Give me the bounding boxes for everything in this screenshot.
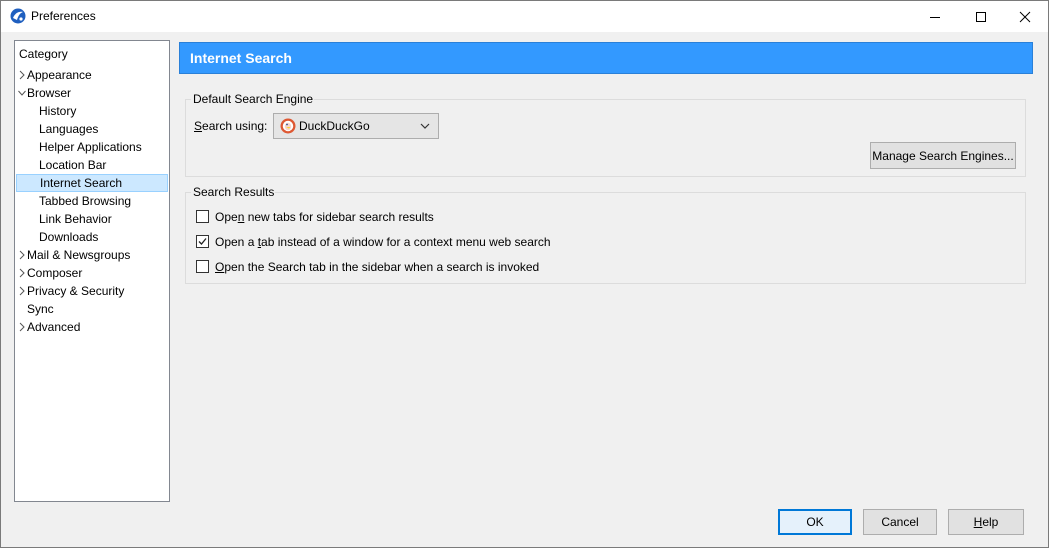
default-search-engine-label: Default Search Engine [192, 92, 315, 106]
chevron-right-icon[interactable] [18, 66, 26, 84]
category-item-link-behavior[interactable]: Link Behavior [15, 210, 165, 228]
category-item-label: History [39, 104, 77, 118]
ok-button[interactable]: OK [778, 509, 852, 535]
category-item-location-bar[interactable]: Location Bar [15, 156, 165, 174]
category-item-browser[interactable]: Browser [15, 84, 165, 102]
category-item-label: Appearance [27, 68, 92, 82]
search-results-label: Search Results [192, 185, 276, 199]
checkmark-icon [198, 238, 207, 245]
cancel-button[interactable]: Cancel [863, 509, 937, 535]
category-item-history[interactable]: History [15, 102, 165, 120]
category-tree[interactable]: Category Appearance Browser History Languag… [14, 40, 170, 502]
chevron-right-icon[interactable] [18, 264, 26, 282]
category-item-appearance[interactable]: Appearance [15, 66, 165, 84]
seamonkey-app-icon [10, 8, 26, 24]
category-item-composer[interactable]: Composer [15, 264, 165, 282]
category-item-languages[interactable]: Languages [15, 120, 165, 138]
category-item-label: Downloads [39, 230, 99, 244]
search-using-label: Search using: [194, 119, 268, 133]
category-item-label: Mail & Newsgroups [27, 248, 131, 262]
category-item-advanced[interactable]: Advanced [15, 318, 165, 336]
category-item-internet-search[interactable]: Internet Search [16, 174, 168, 192]
category-item-label: Sync [27, 302, 54, 316]
category-item-sync[interactable]: Sync [15, 300, 165, 318]
minimize-icon [930, 16, 940, 18]
category-item-tabbed-browsing[interactable]: Tabbed Browsing [15, 192, 165, 210]
category-item-label: Tabbed Browsing [39, 194, 132, 208]
chevron-right-icon[interactable] [18, 282, 26, 300]
search-option-label-3[interactable]: Open the Search tab in the sidebar when … [215, 260, 539, 274]
close-button[interactable] [1002, 1, 1048, 32]
minimize-button[interactable] [912, 1, 958, 32]
category-item-label: Internet Search [40, 176, 123, 190]
category-item-mail-newsgroups[interactable]: Mail & Newsgroups [15, 246, 165, 264]
category-item-helper-applications[interactable]: Helper Applications [15, 138, 165, 156]
maximize-button[interactable] [958, 1, 1004, 32]
category-item-label: Privacy & Security [27, 284, 125, 298]
search-option-checkbox-1[interactable] [196, 210, 209, 223]
chevron-down-icon [420, 123, 430, 129]
category-item-downloads[interactable]: Downloads [15, 228, 165, 246]
duckduckgo-icon [280, 118, 296, 134]
search-engine-select[interactable]: DuckDuckGo [273, 113, 439, 139]
chevron-right-icon[interactable] [18, 318, 26, 336]
help-button[interactable]: Help [948, 509, 1024, 535]
search-option-checkbox-2[interactable] [196, 235, 209, 248]
preferences-window: Preferences Category Appearance Browser Hi… [0, 0, 1049, 548]
search-option-checkbox-3[interactable] [196, 260, 209, 273]
manage-search-engines-button[interactable]: Manage Search Engines... [870, 142, 1016, 169]
search-option-label-1[interactable]: Open new tabs for sidebar search results [215, 210, 434, 224]
category-item-label: Link Behavior [39, 212, 112, 226]
category-item-label: Languages [39, 122, 99, 136]
category-item-label: Advanced [27, 320, 81, 334]
category-item-label: Browser [27, 86, 72, 100]
chevron-right-icon[interactable] [18, 246, 26, 264]
maximize-icon [976, 11, 986, 22]
close-icon [1019, 11, 1031, 22]
title-bar: Preferences [1, 1, 1048, 32]
category-item-label: Location Bar [39, 158, 107, 172]
category-item-label: Helper Applications [39, 140, 142, 154]
search-option-label-2[interactable]: Open a tab instead of a window for a con… [215, 235, 551, 249]
window-title: Preferences [31, 9, 96, 23]
category-header: Category [19, 47, 68, 61]
category-item-label: Composer [27, 266, 83, 280]
chevron-down-icon[interactable] [18, 84, 26, 102]
category-item-privacy-security[interactable]: Privacy & Security [15, 282, 165, 300]
search-engine-value: DuckDuckGo [299, 119, 370, 133]
panel-title: Internet Search [179, 42, 1033, 74]
